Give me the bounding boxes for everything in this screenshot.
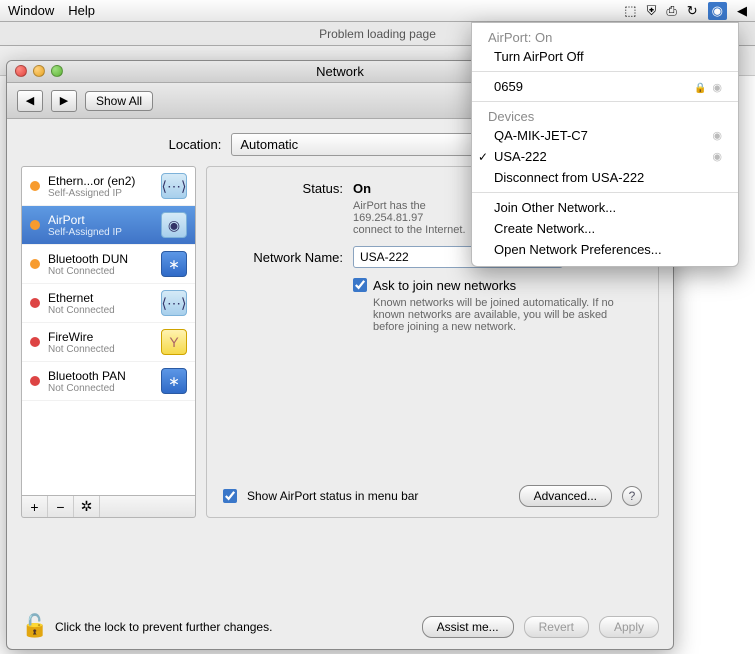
bluetooth-icon: ∗ <box>161 251 187 277</box>
lock-icon[interactable]: 🔓 <box>21 613 45 641</box>
signal-icon: ◉ <box>712 82 722 94</box>
status-label: Status: <box>223 181 343 196</box>
wifi-dropdown: AirPort: On Turn AirPort Off 0659 🔒◉ Dev… <box>471 22 739 267</box>
device-qa-mik-item[interactable]: QA-MIK-JET-C7 ◉ <box>472 125 738 146</box>
revert-button[interactable]: Revert <box>524 616 589 638</box>
help-button[interactable]: ? <box>622 486 642 506</box>
sidebar-item-bluetooth-dun[interactable]: Bluetooth DUNNot Connected ∗ <box>22 245 195 284</box>
interface-list: Ethern...or (en2)Self-Assigned IP ⟨⋯⟩ Ai… <box>21 166 196 496</box>
network-0659-item[interactable]: 0659 🔒◉ <box>472 76 738 97</box>
gear-button[interactable]: ✲ <box>74 496 100 517</box>
sidebar-item-bluetooth-pan[interactable]: Bluetooth PANNot Connected ∗ <box>22 362 195 401</box>
status-dot <box>30 181 40 191</box>
apply-button[interactable]: Apply <box>599 616 659 638</box>
window-title: Network <box>316 64 364 79</box>
ethernet-icon: ⟨⋯⟩ <box>161 173 187 199</box>
wifi-menu-icon[interactable]: ◉ <box>708 2 727 20</box>
sidebar-item-firewire[interactable]: FireWireNot Connected Y <box>22 323 195 362</box>
sync-icon[interactable]: ↻ <box>687 3 698 19</box>
location-select[interactable]: Automatic <box>231 133 511 156</box>
back-button[interactable]: ◀ <box>17 90 43 112</box>
zoom-button[interactable] <box>51 65 63 77</box>
tab-title: Problem loading page <box>319 27 436 41</box>
footer: 🔓 Click the lock to prevent further chan… <box>21 613 659 641</box>
ethernet-icon: ⟨⋯⟩ <box>161 290 187 316</box>
join-other-item[interactable]: Join Other Network... <box>472 197 738 218</box>
sidebar-item-ethernet-en2[interactable]: Ethern...or (en2)Self-Assigned IP ⟨⋯⟩ <box>22 167 195 206</box>
status-dot <box>30 259 40 269</box>
devices-header: Devices <box>472 106 738 125</box>
network-name-label: Network Name: <box>223 250 343 265</box>
status-dot <box>30 376 40 386</box>
sidebar-toolbar: + − ✲ <box>21 496 196 518</box>
add-interface-button[interactable]: + <box>22 496 48 517</box>
lock-icon: 🔒 <box>694 83 706 94</box>
printer-icon[interactable]: ⎙ <box>666 3 676 19</box>
signal-icon: ◉ <box>712 129 722 142</box>
turn-off-item[interactable]: Turn AirPort Off <box>472 46 738 67</box>
bluetooth-icon: ∗ <box>161 368 187 394</box>
status-dot <box>30 298 40 308</box>
location-label: Location: <box>169 137 222 152</box>
dropdown-status: AirPort: On <box>472 27 738 46</box>
lock-text: Click the lock to prevent further change… <box>55 620 412 634</box>
menu-help[interactable]: Help <box>68 3 95 18</box>
menu-window[interactable]: Window <box>8 3 54 18</box>
status-dot <box>30 220 40 230</box>
menubar: Window Help ⬚ ⛨ ⎙ ↻ ◉ ◀ <box>0 0 755 22</box>
status-dot <box>30 337 40 347</box>
advanced-button[interactable]: Advanced... <box>519 485 612 507</box>
ask-join-checkbox[interactable] <box>353 278 367 292</box>
sidebar-item-airport[interactable]: AirPortSelf-Assigned IP ◉ <box>22 206 195 245</box>
show-status-checkbox[interactable] <box>223 489 237 503</box>
disconnect-item[interactable]: Disconnect from USA-222 <box>472 167 738 188</box>
device-usa-222-item[interactable]: USA-222 ◉ <box>472 146 738 167</box>
sidebar: Ethern...or (en2)Self-Assigned IP ⟨⋯⟩ Ai… <box>21 166 196 518</box>
show-status-label: Show AirPort status in menu bar <box>247 489 509 503</box>
dropbox-icon[interactable]: ⬚ <box>624 3 636 19</box>
forward-button[interactable]: ▶ <box>51 90 77 112</box>
minimize-button[interactable] <box>33 65 45 77</box>
assist-button[interactable]: Assist me... <box>422 616 514 638</box>
show-all-button[interactable]: Show All <box>85 91 153 111</box>
create-network-item[interactable]: Create Network... <box>472 218 738 239</box>
ask-join-label: Ask to join new networks <box>373 278 516 293</box>
status-value: On <box>353 181 371 196</box>
volume-icon[interactable]: ◀ <box>737 3 747 19</box>
firewire-icon: Y <box>161 329 187 355</box>
close-button[interactable] <box>15 65 27 77</box>
remove-interface-button[interactable]: − <box>48 496 74 517</box>
sidebar-item-ethernet[interactable]: EthernetNot Connected ⟨⋯⟩ <box>22 284 195 323</box>
signal-icon: ◉ <box>712 150 722 163</box>
open-prefs-item[interactable]: Open Network Preferences... <box>472 239 738 260</box>
ask-join-desc: Known networks will be joined automatica… <box>373 297 623 333</box>
wifi-icon: ◉ <box>161 212 187 238</box>
shield-icon[interactable]: ⛨ <box>647 3 657 19</box>
